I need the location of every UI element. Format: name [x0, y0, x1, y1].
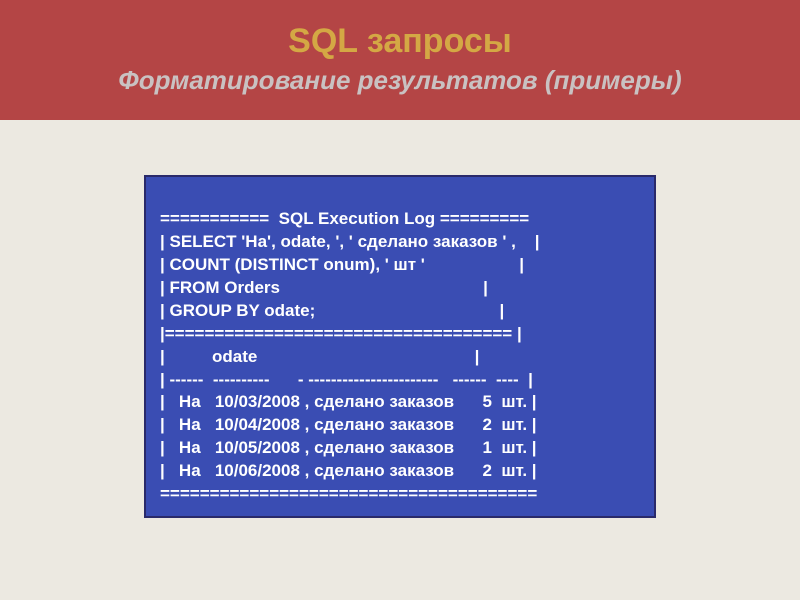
code-line: | COUNT (DISTINCT onum), ' шт ' |: [160, 255, 524, 274]
code-line: | На 10/06/2008 , сделано заказов 2 шт. …: [160, 461, 537, 480]
code-line: ======================================: [160, 484, 537, 503]
content-area: =========== SQL Execution Log ========= …: [0, 120, 800, 518]
code-line: | На 10/04/2008 , сделано заказов 2 шт. …: [160, 415, 537, 434]
code-line: | ------ ---------- - ------------------…: [160, 370, 533, 389]
code-line: | На 10/03/2008 , сделано заказов 5 шт. …: [160, 392, 537, 411]
code-line: |=================================== |: [160, 324, 522, 343]
code-line: | SELECT 'На', odate, ', ' сделано заказ…: [160, 232, 539, 251]
sql-log-box: =========== SQL Execution Log ========= …: [144, 175, 656, 518]
page-title: SQL запросы: [20, 22, 780, 61]
code-line: | На 10/05/2008 , сделано заказов 1 шт. …: [160, 438, 537, 457]
code-line: | odate |: [160, 347, 479, 366]
page-subtitle: Форматирование результатов (примеры): [20, 65, 780, 96]
slide-header: SQL запросы Форматирование результатов (…: [0, 0, 800, 120]
code-line: =========== SQL Execution Log =========: [160, 209, 529, 228]
code-line: | GROUP BY odate; |: [160, 301, 504, 320]
code-line: | FROM Orders |: [160, 278, 488, 297]
